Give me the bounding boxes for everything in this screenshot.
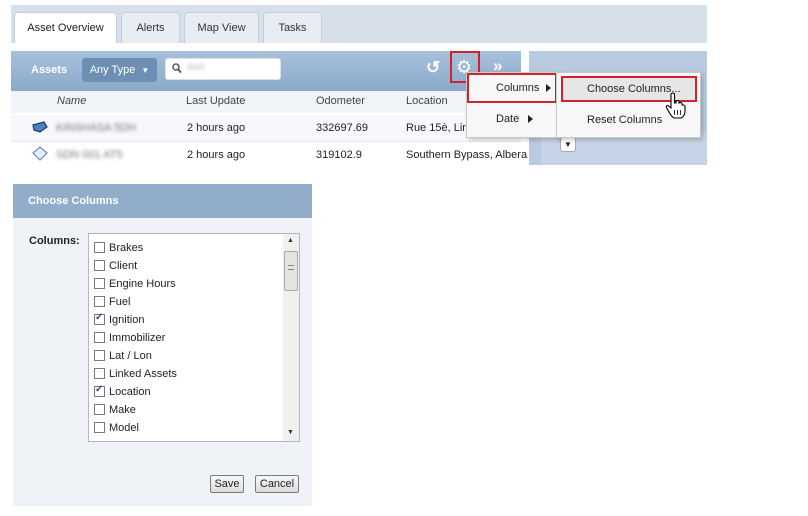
save-button[interactable]: Save	[210, 475, 244, 493]
checkbox[interactable]	[94, 242, 105, 253]
tab-label: Tasks	[278, 22, 307, 34]
column-option-label: Model	[109, 421, 139, 434]
column-option-label: Ignition	[109, 313, 145, 326]
asset-idle-icon	[31, 146, 49, 164]
column-option[interactable]: Client	[94, 257, 137, 274]
row-last-update: 2 hours ago	[187, 149, 246, 161]
column-option-label: Location	[109, 385, 151, 398]
checkbox[interactable]	[94, 312, 105, 325]
save-label: Save	[214, 478, 240, 490]
column-option-label: Fuel	[109, 295, 131, 308]
column-option-label: Immobilizer	[109, 331, 166, 344]
tab-label: Map View	[197, 22, 246, 34]
column-option[interactable]: Lat / Lon	[94, 347, 152, 364]
columns-label: Columns:	[29, 235, 80, 247]
scrollbar-thumb[interactable]	[284, 251, 298, 291]
tab-alerts[interactable]: Alerts	[121, 12, 180, 43]
hand-cursor-icon	[664, 92, 688, 123]
column-option[interactable]: Model	[94, 419, 139, 436]
column-header-last-update[interactable]: Last Update	[186, 95, 245, 107]
checkbox[interactable]	[94, 368, 105, 379]
row-odometer: 319102.9	[316, 149, 362, 161]
menu-item-reset-columns[interactable]: Reset Columns	[587, 114, 662, 126]
row-last-update: 2 hours ago	[187, 122, 246, 134]
menu-item-date[interactable]: Date	[496, 113, 519, 125]
cancel-button[interactable]: Cancel	[255, 475, 299, 493]
cancel-label: Cancel	[259, 478, 295, 490]
column-option[interactable]: Location	[94, 383, 151, 400]
column-header-name[interactable]: Name	[57, 95, 86, 107]
checkbox[interactable]	[94, 278, 105, 289]
scroll-down-icon[interactable]: ▼	[287, 429, 294, 436]
column-option-label: Client	[109, 259, 138, 272]
column-option[interactable]: Ignition	[94, 311, 144, 328]
column-option[interactable]: Immobilizer	[94, 329, 165, 346]
checkbox[interactable]	[94, 332, 105, 343]
search-icon	[172, 63, 182, 77]
search-value: asn	[187, 61, 205, 73]
checkbox[interactable]	[94, 260, 105, 271]
tab-asset-overview[interactable]: Asset Overview	[14, 12, 117, 43]
type-filter-label: Any Type	[89, 64, 136, 76]
checkbox[interactable]	[94, 384, 105, 397]
row-location: Rue 15è, Lim	[406, 122, 472, 134]
checkbox[interactable]	[94, 296, 105, 307]
checkbox[interactable]	[94, 404, 105, 415]
column-option[interactable]: Fuel	[94, 293, 130, 310]
columns-highlight	[467, 73, 557, 103]
grip-icon	[288, 265, 294, 270]
column-option-label: Linked Assets	[109, 367, 177, 380]
tab-label: Asset Overview	[27, 22, 104, 34]
column-option-label: Engine Hours	[109, 277, 176, 290]
submenu-arrow-icon	[528, 115, 533, 123]
tab-label: Alerts	[136, 22, 165, 34]
map-zoom-control-icon[interactable]: ▼	[560, 136, 576, 152]
assets-title: Assets	[31, 64, 68, 76]
chevron-down-icon: ▼	[141, 65, 150, 75]
search-input[interactable]	[165, 58, 281, 80]
refresh-icon[interactable]: ↺	[426, 58, 440, 78]
scroll-up-icon[interactable]: ▲	[287, 237, 294, 244]
type-filter-dropdown[interactable]: Any Type ▼	[82, 58, 157, 82]
column-option[interactable]: Engine Hours	[94, 275, 176, 292]
row-name: KINSHASA 5DH	[56, 122, 137, 134]
row-location: Southern Bypass, Albera	[406, 149, 528, 161]
column-option-label: Brakes	[109, 241, 144, 254]
checkbox[interactable]	[94, 350, 105, 361]
column-option[interactable]: Linked Assets	[94, 365, 177, 382]
tab-map-view[interactable]: Map View	[184, 12, 259, 43]
row-odometer: 332697.69	[316, 122, 368, 134]
column-option-label: Make	[109, 403, 136, 416]
column-header-location[interactable]: Location	[406, 95, 448, 107]
column-header-odometer[interactable]: Odometer	[316, 95, 365, 107]
row-name: SDN 001 AT5	[56, 149, 123, 161]
checkbox[interactable]	[94, 422, 105, 433]
column-option-label: Lat / Lon	[109, 349, 152, 362]
column-option[interactable]: Make	[94, 401, 136, 418]
asset-moving-icon	[31, 120, 49, 137]
tab-tasks[interactable]: Tasks	[263, 12, 322, 43]
dialog-title: Choose Columns	[28, 195, 119, 207]
column-option[interactable]: Brakes	[94, 239, 143, 256]
